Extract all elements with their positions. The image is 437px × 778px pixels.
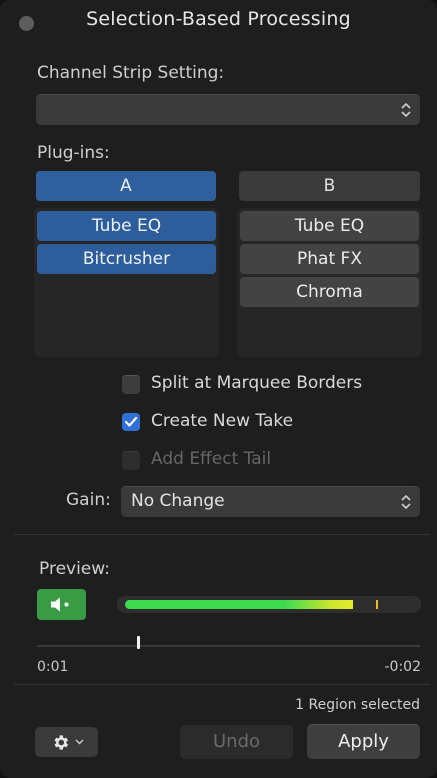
split-marquee-label: Split at Marquee Borders (151, 373, 363, 393)
up-down-chevrons-icon (401, 102, 411, 118)
window-title: Selection-Based Processing (86, 8, 351, 30)
plugin-slot-a-1[interactable]: Tube EQ (37, 211, 216, 241)
undo-button[interactable]: Undo (180, 725, 293, 759)
settings-menu-button[interactable] (35, 727, 98, 757)
preview-play-button[interactable] (37, 589, 86, 620)
level-meter-peak (376, 600, 378, 609)
channel-strip-label: Channel Strip Setting: (37, 63, 225, 83)
gain-popup[interactable]: No Change (121, 486, 420, 517)
split-marquee-checkbox[interactable] (122, 375, 140, 394)
selection-status: 1 Region selected (295, 697, 420, 713)
plugin-slot-a-2[interactable]: Bitcrusher (37, 244, 216, 274)
preview-level-meter (117, 596, 421, 613)
add-effect-tail-checkbox[interactable] (122, 451, 140, 470)
checkmark-icon (124, 416, 138, 427)
speaker-icon (51, 597, 69, 612)
column-a-header[interactable]: A (36, 171, 216, 201)
column-b-plugin-list: Tube EQ Phat FX Chroma (237, 208, 422, 357)
section-divider (14, 534, 430, 535)
plugin-slot-b-1[interactable]: Tube EQ (240, 211, 419, 241)
apply-button[interactable]: Apply (307, 724, 420, 759)
playhead-track[interactable] (37, 636, 420, 649)
column-a-plugin-list: Tube EQ Bitcrusher (34, 208, 219, 357)
selection-based-processing-window: Selection-Based Processing Channel Strip… (0, 0, 437, 778)
footer-divider (14, 684, 430, 685)
gear-icon (54, 735, 69, 750)
plugin-slot-b-3[interactable]: Chroma (240, 277, 419, 307)
preview-label: Preview: (39, 559, 110, 579)
gain-value: No Change (131, 491, 225, 511)
up-down-chevrons-icon (401, 494, 411, 510)
add-effect-tail-label: Add Effect Tail (151, 449, 272, 469)
create-new-take-checkbox[interactable] (122, 413, 140, 431)
level-meter-fill (125, 600, 353, 609)
channel-strip-popup[interactable] (36, 94, 420, 125)
chevron-down-icon (75, 739, 84, 745)
playhead-handle[interactable] (137, 636, 140, 649)
preview-start-time: 0:01 (37, 659, 69, 675)
plugins-label: Plug-ins: (37, 143, 110, 163)
plugin-slot-b-2[interactable]: Phat FX (240, 244, 419, 274)
gain-label: Gain: (66, 490, 111, 510)
create-new-take-label: Create New Take (151, 411, 294, 431)
preview-remaining-time: -0:02 (384, 659, 422, 675)
column-b-header[interactable]: B (239, 171, 420, 201)
